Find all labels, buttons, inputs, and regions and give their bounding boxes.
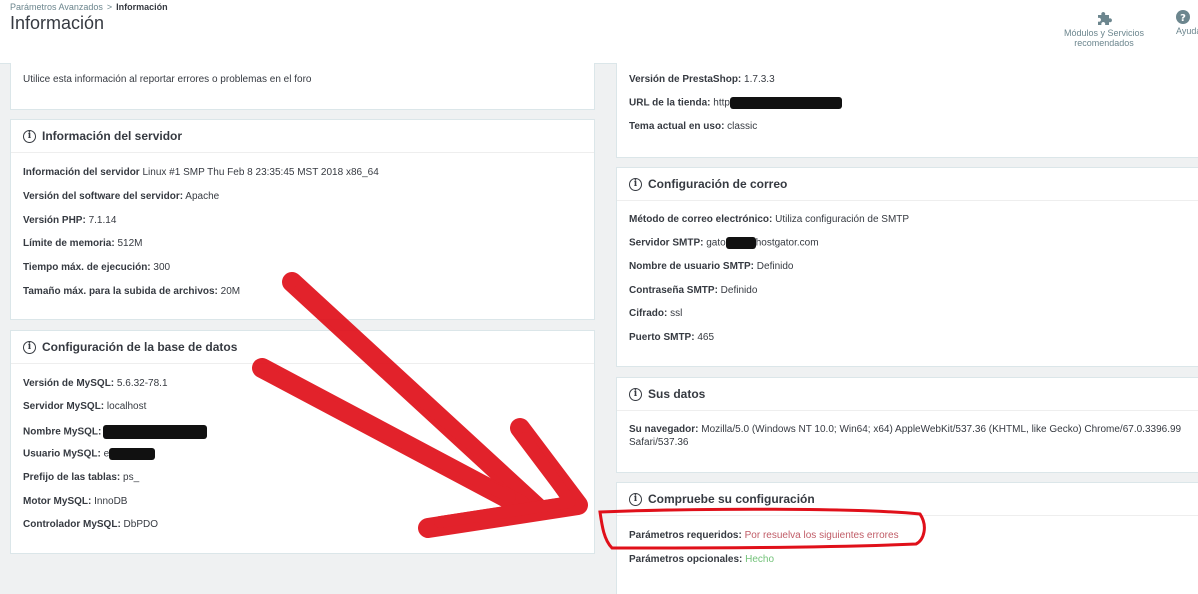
svg-text:?: ? bbox=[1180, 13, 1186, 24]
redacted-block bbox=[725, 237, 756, 249]
help-button[interactable]: ? Ayuda bbox=[1172, 10, 1198, 36]
page-header: Parámetros Avanzados > Información Informa… bbox=[0, 0, 1198, 64]
smtp-port-row: Puerto SMTP: 465 bbox=[629, 332, 715, 343]
panel-heading: i Configuración de la base de datos bbox=[11, 331, 594, 364]
mysql-driver-row: Controlador MySQL: DbPDO bbox=[23, 519, 159, 530]
store-url-row: URL de la tienda: http bbox=[629, 97, 842, 109]
redacted-block bbox=[109, 448, 156, 460]
panel-title: Configuración de correo bbox=[648, 177, 788, 191]
breadcrumb-separator: > bbox=[106, 2, 113, 12]
server-info-panel: i Información del servidor Información de… bbox=[10, 119, 595, 320]
php-version-row: Versión PHP: 7.1.14 bbox=[23, 215, 117, 226]
table-prefix-row: Prefijo de las tablas: ps_ bbox=[23, 472, 140, 483]
your-data-panel: i Sus datos Su navegador: Mozilla/5.0 (Wi… bbox=[616, 377, 1198, 473]
redacted-block bbox=[103, 425, 208, 439]
required-params-row: Parámetros requeridos: Por resuelva los … bbox=[629, 530, 899, 541]
mysql-user-row: Usuario MySQL: e bbox=[23, 448, 156, 460]
help-icon: ? bbox=[1176, 10, 1190, 24]
breadcrumb-current: Información bbox=[116, 2, 168, 12]
mysql-version-row: Versión de MySQL: 5.6.32-78.1 bbox=[23, 378, 168, 389]
mysql-server-row: Servidor MySQL: localhost bbox=[23, 401, 147, 412]
help-label: Ayuda bbox=[1176, 26, 1198, 36]
intro-panel: Utilice esta información al reportar err… bbox=[10, 63, 595, 110]
info-icon: i bbox=[23, 129, 36, 143]
optional-params-row: Parámetros opcionales: Hecho bbox=[629, 554, 775, 565]
breadcrumb: Parámetros Avanzados > Información bbox=[10, 2, 168, 12]
browser-row: Su navegador: Mozilla/5.0 (Windows NT 10… bbox=[629, 424, 1182, 435]
puzzle-icon bbox=[1098, 12, 1112, 25]
browser-row-continued: Safari/537.36 bbox=[629, 437, 689, 448]
info-icon: i bbox=[629, 177, 642, 191]
panel-heading: i Información del servidor bbox=[11, 120, 594, 153]
info-icon: i bbox=[629, 387, 642, 401]
info-icon: i bbox=[629, 492, 642, 506]
encryption-row: Cifrado: ssl bbox=[629, 308, 683, 319]
panel-title: Información del servidor bbox=[42, 129, 183, 143]
panel-title: Configuración de la base de datos bbox=[42, 340, 238, 354]
redacted-block bbox=[729, 97, 842, 109]
panel-title: Sus datos bbox=[648, 387, 706, 401]
max-upload-row: Tamaño máx. para la subida de archivos: … bbox=[23, 286, 241, 297]
theme-row: Tema actual en uso: classic bbox=[629, 121, 758, 132]
page-title: Información bbox=[10, 13, 105, 33]
mysql-engine-row: Motor MySQL: InnoDB bbox=[23, 496, 128, 507]
mail-panel: i Configuración de correo Método de corre… bbox=[616, 167, 1198, 367]
check-config-panel: i Compruebe su configuración Parámetros r… bbox=[616, 482, 1198, 594]
smtp-server-row: Servidor SMTP: gato hostgator.com bbox=[629, 237, 819, 249]
smtp-password-row: Contraseña SMTP: Definido bbox=[629, 285, 758, 296]
optional-params-link[interactable]: Hecho bbox=[742, 554, 774, 565]
max-exec-time-row: Tiempo máx. de ejecución: 300 bbox=[23, 262, 171, 273]
mail-method-row: Método de correo electrónico: Utiliza co… bbox=[629, 214, 910, 225]
panel-title: Compruebe su configuración bbox=[648, 492, 815, 506]
modules-label: Módulos y Servicios recomendados bbox=[1063, 28, 1145, 48]
panel-heading: i Sus datos bbox=[617, 378, 1198, 411]
store-panel: Versión de PrestaShop: 1.7.3.3 URL de la… bbox=[616, 63, 1198, 158]
info-icon: i bbox=[23, 340, 36, 354]
mysql-name-row: Nombre MySQL: bbox=[23, 425, 208, 439]
smtp-user-row: Nombre de usuario SMTP: Definido bbox=[629, 261, 794, 272]
breadcrumb-parent[interactable]: Parámetros Avanzados bbox=[10, 2, 103, 12]
prestashop-version-row: Versión de PrestaShop: 1.7.3.3 bbox=[629, 74, 775, 85]
intro-text: Utilice esta información al reportar err… bbox=[23, 74, 312, 85]
database-panel: i Configuración de la base de datos Versi… bbox=[10, 330, 595, 554]
panel-heading: i Compruebe su configuración bbox=[617, 483, 1198, 516]
modules-button[interactable]: Módulos y Servicios recomendados bbox=[1036, 10, 1172, 48]
server-info-row: Información del servidor Linux #1 SMP Th… bbox=[23, 167, 379, 178]
required-params-link[interactable]: Por resuelva los siguientes errores bbox=[742, 530, 899, 541]
panel-heading: i Configuración de correo bbox=[617, 168, 1198, 201]
memory-limit-row: Límite de memoria: 512M bbox=[23, 238, 143, 249]
server-software-row: Versión del software del servidor: Apach… bbox=[23, 191, 220, 202]
